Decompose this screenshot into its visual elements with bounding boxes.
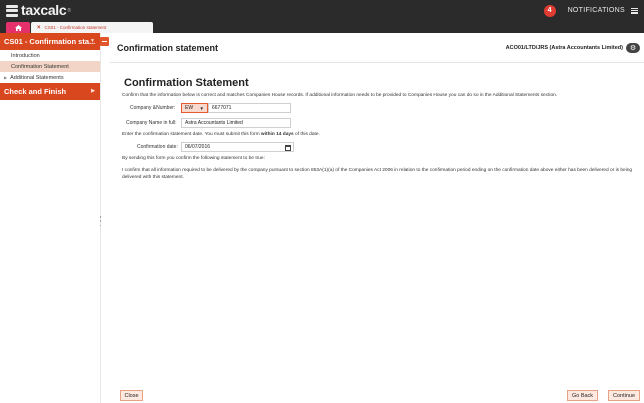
sidebar-item-label: Additional Statements [10,74,64,81]
sidebar-item-confirmation-statement[interactable]: Confirmation Statement [0,61,100,72]
go-back-button[interactable]: Go Back [567,390,598,401]
confirmation-date-label: Confirmation date: [137,144,178,150]
main-header: Confirmation statement ACO01/LTD/JRS (As… [110,33,644,63]
taxcalc-logo[interactable]: taxcalc ® [6,3,71,18]
collapse-sidebar-button[interactable] [100,37,109,46]
chevron-right-icon: ▶ [4,75,8,80]
company-prefix-select[interactable]: EW ▼ [181,103,208,113]
confirmation-date-value: 06/07/2016 [185,144,211,150]
continue-button[interactable]: Continue [608,390,640,401]
company-prefix-value: EW [185,105,194,111]
tab-bar: × CS01 - Confirmation statement [0,21,644,33]
sidebar-section-label: CS01 - Confirmation sta... [4,37,96,46]
top-bar: taxcalc ® 4 NOTIFICATIONS [0,0,644,21]
confirmation-date-input[interactable]: 06/07/2016 [181,142,294,152]
confirm-text: By sending this form you confirm the fol… [122,156,265,161]
dropdown-arrow-icon: ▼ [199,106,204,111]
sidebar-item-label: Introduction [11,52,40,59]
calendar-icon[interactable] [285,144,291,151]
close-tab-icon[interactable]: × [37,25,41,31]
client-reference: ACO01/LTD/JRS (Astra Accountants Limited… [505,45,623,51]
sidebar-item-introduction[interactable]: Introduction [0,50,100,61]
sidebar-section-check-and-finish[interactable]: Check and Finish ▶ [0,83,100,100]
gear-icon: ⚙ [629,44,637,52]
sidebar: CS01 - Confirmation sta... ▼ Introductio… [0,33,100,403]
minus-icon [102,40,107,43]
company-number-value: 6677071 [212,105,232,111]
sidebar-item-label: Confirmation Statement [11,63,69,70]
tab-confirmation-statement[interactable]: × CS01 - Confirmation statement [31,22,153,33]
company-number-label: Company &Number: [130,105,176,111]
sidebar-section-label: Check and Finish [4,87,67,96]
form-title: Confirmation Statement [124,77,249,89]
date-instruction: Enter the confirmation statement date. Y… [122,132,320,137]
company-name-label: Company Name in full: [126,120,177,126]
menu-icon[interactable] [631,7,638,14]
tab-label: CS01 - Confirmation statement [44,25,107,30]
confirmation-statement-text: I confirm that all information required … [122,168,633,180]
date-instruction-emphasis: within 14 days [260,132,294,137]
company-name-input[interactable]: Astra Accountants Limited [181,118,291,128]
company-name-value: Astra Accountants Limited [185,120,243,126]
resize-handle[interactable] [99,216,102,226]
notifications-count-badge[interactable]: 4 [543,4,556,17]
logo-text: taxcalc [21,2,67,18]
page-title: Confirmation statement [117,43,219,53]
notifications-menu[interactable]: 4 NOTIFICATIONS [543,4,638,17]
close-button[interactable]: Close [120,390,143,401]
form-intro: Confirm that the information below is co… [122,93,558,98]
settings-button[interactable]: ⚙ [626,43,640,53]
notifications-label[interactable]: NOTIFICATIONS [568,7,625,14]
logo-registered-mark: ® [67,7,72,14]
tab-home[interactable] [6,22,30,33]
logo-mark-icon [6,4,18,17]
chevron-down-icon: ▼ [90,38,95,44]
chevron-right-icon: ▶ [91,88,95,94]
home-icon [14,24,22,31]
date-instruction-text-end: of this date. [293,132,320,137]
company-number-input[interactable]: 6677071 [208,103,291,113]
sidebar-item-additional-statements[interactable]: ▶ Additional Statements [0,72,100,83]
sidebar-section-cs01[interactable]: CS01 - Confirmation sta... ▼ [0,33,100,50]
date-instruction-text: Enter the confirmation statement date. Y… [122,132,261,137]
